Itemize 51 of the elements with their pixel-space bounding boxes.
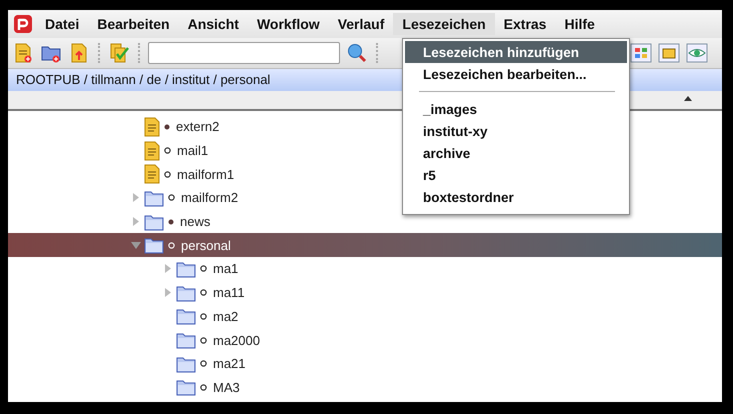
menu-item[interactable]: Verlauf [328, 13, 394, 35]
tree-item[interactable]: MA3 [211, 380, 242, 395]
tree-item[interactable]: mailform1 [175, 166, 236, 182]
document-icon [144, 140, 160, 161]
search-icon[interactable] [346, 42, 368, 64]
tree-item[interactable]: ma1 [211, 261, 240, 276]
search-field[interactable] [148, 42, 340, 64]
menu-item[interactable]: Bearbeiten [88, 13, 179, 35]
tag-icon[interactable] [658, 42, 680, 64]
menu-item[interactable]: Workflow [248, 13, 329, 35]
tree-item[interactable]: mail1 [175, 143, 210, 158]
menu-option[interactable]: institut-xy [405, 120, 627, 142]
folder-icon [144, 212, 164, 231]
expand-arrow-icon[interactable] [133, 217, 139, 226]
menu-option[interactable]: archive [405, 142, 627, 164]
tree-item[interactable]: ma21 [211, 356, 248, 372]
grid-icon[interactable] [630, 42, 652, 64]
menu-option[interactable]: _images [405, 98, 627, 120]
folder-icon [176, 378, 196, 396]
menu-item[interactable]: Ansicht [178, 13, 248, 35]
tree-item[interactable]: mailform2 [179, 190, 240, 206]
folder-icon [176, 307, 196, 326]
menu-item[interactable]: Hilfe [555, 13, 604, 35]
eye-icon[interactable] [686, 42, 708, 64]
tree-item[interactable]: extern2 [174, 119, 222, 134]
collapse-arrow-icon[interactable] [131, 242, 141, 249]
folder-icon [144, 236, 164, 254]
menu-item[interactable]: Lesezeichen [393, 13, 495, 35]
document-icon [144, 116, 160, 137]
tree-item[interactable]: ma2000 [211, 332, 262, 348]
document-icon [144, 164, 160, 184]
tree-item[interactable]: personal [179, 238, 233, 253]
folder-icon [176, 260, 196, 278]
menu-item[interactable]: Extras [494, 13, 556, 35]
folder-icon [144, 188, 164, 207]
folder-icon [176, 354, 196, 373]
menu-option[interactable]: Lesezeichen hinzufügen [405, 41, 627, 63]
tree-item[interactable]: news [178, 214, 212, 230]
app-logo-icon [14, 15, 32, 33]
approve-documents-icon[interactable] [108, 42, 130, 64]
tree-item[interactable]: ma2 [211, 308, 240, 324]
expand-arrow-icon[interactable] [165, 264, 171, 274]
tree-item[interactable]: ma11 [211, 285, 247, 300]
menu-option[interactable]: boxtestordner [405, 186, 627, 208]
expand-arrow-icon[interactable] [133, 193, 139, 202]
folder-icon [176, 331, 196, 350]
menu-item[interactable]: Datei [36, 13, 88, 35]
folder-icon [176, 284, 196, 302]
expand-arrow-icon[interactable] [165, 288, 171, 298]
menu-option[interactable]: r5 [405, 164, 627, 186]
splitter-handle-icon[interactable] [684, 96, 692, 101]
